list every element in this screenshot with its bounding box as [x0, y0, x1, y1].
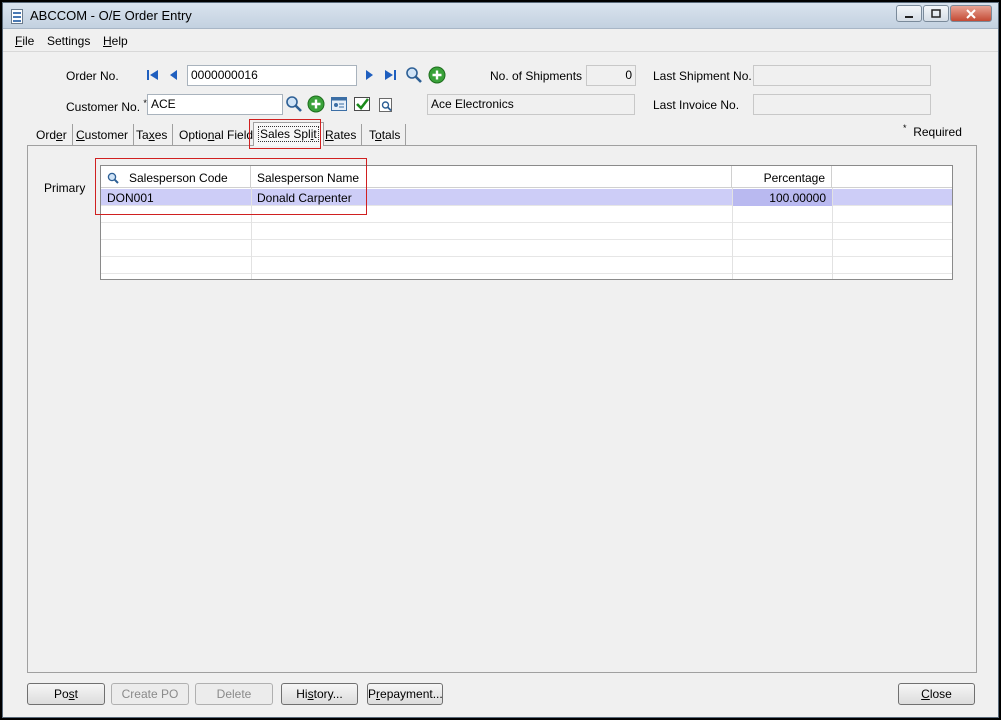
search-icon: [406, 67, 422, 83]
customer-no-label: Customer No. *: [66, 98, 147, 114]
window-title: ABCCOM - O/E Order Entry: [30, 8, 192, 23]
customer-inquiry-button[interactable]: [377, 96, 395, 114]
add-icon: [307, 95, 325, 113]
menu-help[interactable]: Help: [103, 34, 128, 48]
maximize-button[interactable]: [923, 5, 949, 22]
tab-totals[interactable]: Totals: [364, 124, 407, 146]
shipments-label: No. of Shipments: [490, 69, 583, 83]
create-po-button[interactable]: Create PO: [111, 683, 189, 705]
close-window-button[interactable]: [950, 5, 992, 22]
grid-divider: [832, 188, 833, 279]
credit-check-button[interactable]: [353, 95, 371, 113]
primary-label: Primary: [44, 181, 86, 195]
last-record-icon: [385, 70, 396, 80]
tab-taxes[interactable]: Taxes: [131, 124, 174, 146]
table-row[interactable]: [101, 223, 952, 240]
post-button[interactable]: Post: [27, 683, 105, 705]
close-icon: [966, 8, 976, 19]
highlight-box-grid: [95, 158, 367, 215]
new-order-button[interactable]: [428, 66, 446, 84]
search-icon: [286, 96, 302, 112]
delete-button[interactable]: Delete: [195, 683, 273, 705]
order-entry-window: ABCCOM - O/E Order Entry File Settings H…: [2, 2, 999, 718]
percentage-cell[interactable]: 100.00000: [732, 189, 832, 206]
last-invoice-field: [753, 94, 931, 115]
last-record-button[interactable]: [383, 68, 397, 82]
last-shipment-field: [753, 65, 931, 86]
highlight-box-tab: [249, 119, 321, 149]
previous-record-button[interactable]: [167, 68, 181, 82]
history-button[interactable]: History...: [281, 683, 358, 705]
document-search-icon: [379, 98, 392, 112]
maximize-icon: [931, 9, 941, 18]
order-no-field[interactable]: 0000000016: [187, 65, 357, 86]
customer-finder-button[interactable]: [285, 95, 303, 113]
menu-file[interactable]: File: [15, 34, 34, 48]
new-customer-button[interactable]: [307, 95, 325, 113]
tab-customer[interactable]: Customer: [71, 124, 135, 146]
customer-name-field: Ace Electronics: [427, 94, 635, 115]
window-controls: [895, 5, 992, 22]
app-icon: [11, 9, 23, 24]
next-record-button[interactable]: [362, 68, 376, 82]
minimize-icon: [905, 15, 913, 18]
table-row[interactable]: [101, 240, 952, 257]
close-button[interactable]: Close: [898, 683, 975, 705]
next-icon: [366, 70, 373, 80]
menu-bar: File Settings Help: [3, 30, 998, 52]
customer-no-field[interactable]: ACE: [147, 94, 283, 115]
table-row[interactable]: [101, 257, 952, 274]
title-bar[interactable]: ABCCOM - O/E Order Entry: [3, 3, 998, 29]
add-icon: [428, 66, 446, 84]
grid-divider: [732, 188, 733, 279]
customer-info-button[interactable]: [330, 95, 348, 113]
menu-settings[interactable]: Settings: [47, 34, 90, 48]
tab-rates[interactable]: Rates: [320, 124, 363, 146]
minimize-button[interactable]: [896, 5, 922, 22]
column-header-percentage[interactable]: Percentage: [732, 166, 832, 188]
checkmark-icon: [354, 97, 370, 111]
prepayment-button[interactable]: Prepayment...: [367, 683, 443, 705]
order-finder-button[interactable]: [405, 66, 423, 84]
last-invoice-label: Last Invoice No.: [653, 98, 740, 112]
shipments-count-field: 0: [586, 65, 636, 86]
first-record-button[interactable]: [146, 68, 160, 82]
previous-icon: [170, 70, 177, 80]
tab-order[interactable]: Order: [31, 124, 73, 146]
required-legend: * Required: [903, 123, 962, 139]
order-no-label: Order No.: [66, 69, 119, 83]
first-record-icon: [147, 70, 158, 80]
customer-info-icon: [331, 97, 347, 111]
last-shipment-label: Last Shipment No.: [653, 69, 752, 83]
